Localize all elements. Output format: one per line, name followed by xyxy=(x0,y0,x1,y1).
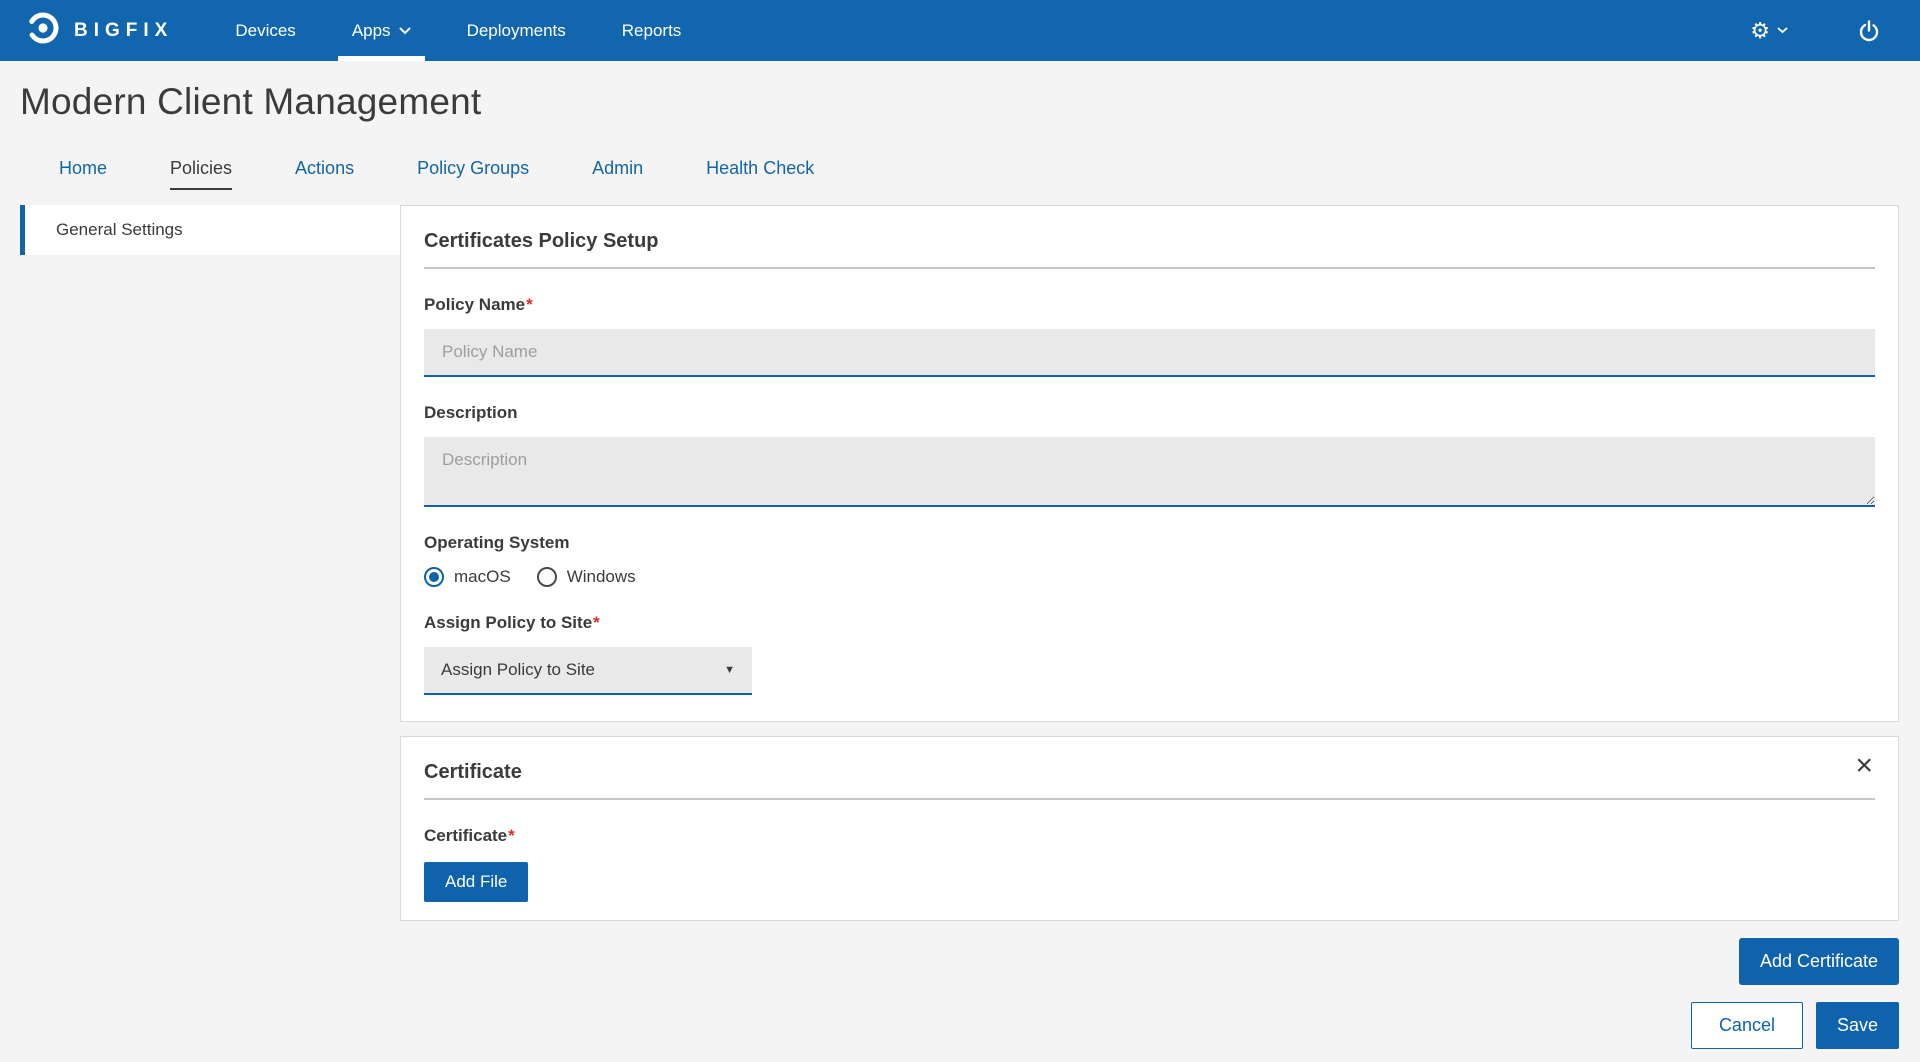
assign-site-selected-value: Assign Policy to Site xyxy=(441,660,595,680)
nav-item-label: Apps xyxy=(352,21,391,41)
tab-policy-groups[interactable]: Policy Groups xyxy=(417,158,529,190)
gear-icon: ⚙ xyxy=(1750,20,1770,42)
sidebar-item-general-settings[interactable]: General Settings xyxy=(20,205,400,255)
certificate-field-label: Certificate* xyxy=(424,826,1875,846)
required-asterisk: * xyxy=(593,613,600,632)
radio-circle-icon xyxy=(424,567,444,587)
nav-item-deployments[interactable]: Deployments xyxy=(439,0,594,61)
radio-windows[interactable]: Windows xyxy=(537,567,636,587)
bigfix-logo-icon xyxy=(25,10,61,51)
divider xyxy=(424,267,1875,269)
tab-health-check[interactable]: Health Check xyxy=(706,158,814,190)
tab-admin[interactable]: Admin xyxy=(592,158,643,190)
certificate-heading: Certificate xyxy=(424,755,522,798)
divider xyxy=(424,798,1875,800)
save-button[interactable]: Save xyxy=(1816,1002,1899,1049)
policy-name-label: Policy Name* xyxy=(424,295,1875,315)
brand-name: BIGFIX xyxy=(74,20,173,42)
chevron-down-icon xyxy=(1777,27,1788,34)
cancel-button[interactable]: Cancel xyxy=(1691,1002,1803,1049)
nav-item-label: Devices xyxy=(235,21,295,41)
nav-item-reports[interactable]: Reports xyxy=(594,0,710,61)
nav-item-apps[interactable]: Apps xyxy=(324,0,439,61)
radio-label: Windows xyxy=(567,567,636,587)
certificate-card: Certificate × Certificate* Add File xyxy=(400,736,1899,921)
required-asterisk: * xyxy=(526,295,533,314)
required-asterisk: * xyxy=(508,826,515,845)
policy-setup-heading: Certificates Policy Setup xyxy=(424,224,1875,267)
policy-setup-card: Certificates Policy Setup Policy Name* D… xyxy=(400,205,1899,722)
radio-label: macOS xyxy=(454,567,511,587)
assign-site-select[interactable]: Assign Policy to Site ▼ xyxy=(424,647,752,695)
logout-button[interactable] xyxy=(1858,20,1880,42)
add-file-button[interactable]: Add File xyxy=(424,862,528,902)
chevron-down-icon xyxy=(399,27,411,35)
bigfix-logo[interactable]: BIGFIX xyxy=(25,10,173,51)
main-nav: Devices Apps Deployments Reports xyxy=(207,0,709,61)
settings-menu-button[interactable]: ⚙ xyxy=(1750,20,1788,42)
close-icon[interactable]: × xyxy=(1853,755,1875,777)
operating-system-radio-group: macOS Windows xyxy=(424,567,1875,587)
tab-policies[interactable]: Policies xyxy=(170,158,232,190)
caret-down-icon: ▼ xyxy=(724,664,735,676)
policy-name-input[interactable] xyxy=(424,329,1875,377)
section-tabs: Home Policies Actions Policy Groups Admi… xyxy=(59,158,1920,190)
settings-sidebar: General Settings xyxy=(0,205,400,255)
nav-item-label: Deployments xyxy=(467,21,566,41)
main-panel: Certificates Policy Setup Policy Name* D… xyxy=(400,205,1899,1049)
nav-item-devices[interactable]: Devices xyxy=(207,0,323,61)
tab-actions[interactable]: Actions xyxy=(295,158,354,190)
radio-macos[interactable]: macOS xyxy=(424,567,511,587)
description-label: Description xyxy=(424,403,1875,423)
add-certificate-button[interactable]: Add Certificate xyxy=(1739,938,1899,985)
radio-circle-icon xyxy=(537,567,557,587)
power-icon xyxy=(1858,20,1880,42)
top-navbar: BIGFIX Devices Apps Deployments Reports … xyxy=(0,0,1920,61)
content-area: General Settings Certificates Policy Set… xyxy=(0,205,1920,1049)
description-textarea[interactable] xyxy=(424,437,1875,507)
navbar-right: ⚙ xyxy=(1750,20,1892,42)
assign-site-label: Assign Policy to Site* xyxy=(424,613,1875,633)
tab-home[interactable]: Home xyxy=(59,158,107,190)
operating-system-label: Operating System xyxy=(424,533,1875,553)
page-title: Modern Client Management xyxy=(20,81,1920,123)
nav-item-label: Reports xyxy=(622,21,682,41)
